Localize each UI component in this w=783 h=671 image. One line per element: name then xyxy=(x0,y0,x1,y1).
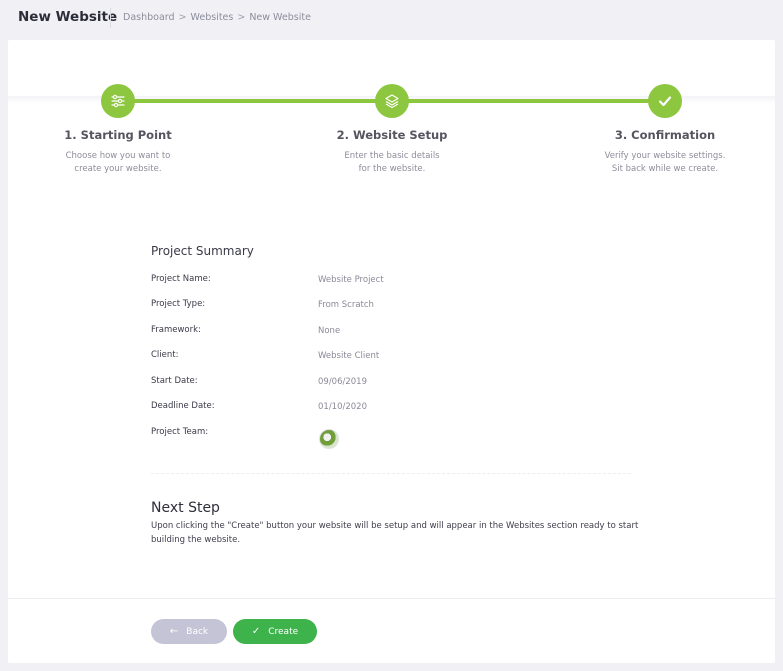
back-button[interactable]: ← Back xyxy=(151,619,227,644)
arrow-left-icon: ← xyxy=(169,626,179,637)
deadline-date-label: Deadline Date: xyxy=(151,401,215,411)
breadcrumb: Dashboard > Websites > New Website xyxy=(123,12,311,23)
breadcrumb-websites[interactable]: Websites xyxy=(191,12,234,23)
deadline-date-value: 01/10/2020 xyxy=(318,402,367,412)
start-date-value: 09/06/2019 xyxy=(318,377,367,387)
page-header: New Website Dashboard > Websites > New Websi… xyxy=(0,0,783,38)
project-team-label: Project Team: xyxy=(151,427,209,437)
step-2-desc-line: for the website. xyxy=(358,163,426,174)
next-step-title: Next Step xyxy=(151,500,220,516)
breadcrumb-separator: > xyxy=(237,12,246,23)
step-1-description: Choose how you want to create your websi… xyxy=(8,150,228,175)
create-button-label: Create xyxy=(268,626,299,637)
page-title: New Website xyxy=(18,9,118,25)
sliders-icon xyxy=(111,94,125,108)
step-2-marker[interactable] xyxy=(375,84,409,118)
header-divider xyxy=(110,8,111,28)
step-2-title: 2. Website Setup xyxy=(336,128,448,142)
check-icon xyxy=(658,96,672,107)
framework-label: Framework: xyxy=(151,325,201,335)
step-1-desc-line: Choose how you want to xyxy=(65,151,171,161)
footer-divider xyxy=(8,598,775,599)
project-type-value: From Scratch xyxy=(318,300,374,310)
step-1-desc-line: create your website. xyxy=(74,163,162,174)
check-icon: ✓ xyxy=(251,626,261,637)
step-3-marker[interactable] xyxy=(648,84,682,118)
breadcrumb-separator: > xyxy=(178,12,187,23)
step-1-marker[interactable] xyxy=(101,84,135,118)
step-1-title: 1. Starting Point xyxy=(64,128,172,142)
client-value: Website Client xyxy=(318,351,380,361)
start-date-label: Start Date: xyxy=(151,376,198,386)
project-name-value: Website Project xyxy=(318,275,384,285)
step-3-desc-line: Sit back while we create. xyxy=(611,163,719,174)
next-step-description: Upon clicking the "Create" button your w… xyxy=(151,521,639,545)
step-2-description: Enter the basic details for the website. xyxy=(282,150,502,175)
section-divider xyxy=(151,473,631,474)
breadcrumb-dashboard[interactable]: Dashboard xyxy=(123,12,175,23)
client-label: Client: xyxy=(151,350,179,360)
step-3-desc-line: Verify your website settings. xyxy=(604,151,726,161)
project-type-label: Project Type: xyxy=(151,299,206,309)
summary-title: Project Summary xyxy=(151,244,254,258)
step-3-title: 3. Confirmation xyxy=(614,128,716,142)
breadcrumb-current: New Website xyxy=(249,12,311,23)
step-3-description: Verify your website settings. Sit back w… xyxy=(555,150,775,175)
create-button[interactable]: ✓ Create xyxy=(233,619,317,644)
back-button-label: Back xyxy=(186,626,209,637)
team-member-avatar[interactable] xyxy=(319,429,339,449)
framework-value: None xyxy=(318,326,341,336)
layers-icon xyxy=(385,94,399,109)
step-2-desc-line: Enter the basic details xyxy=(344,151,440,161)
wizard-card: 1. Starting Point Choose how you want to… xyxy=(8,40,775,663)
project-name-label: Project Name: xyxy=(151,274,211,284)
